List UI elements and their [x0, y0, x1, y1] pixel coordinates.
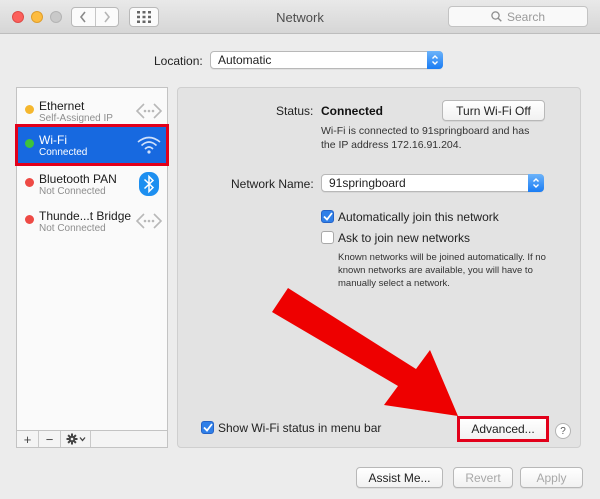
- ask-join-checkbox[interactable]: [321, 231, 334, 244]
- status-dot-green: [25, 139, 34, 148]
- network-name-value: 91springboard: [329, 176, 406, 190]
- apply-button[interactable]: Apply: [520, 467, 583, 488]
- popup-stepper-icon: [528, 174, 544, 192]
- service-list-toolbar: + −: [16, 430, 168, 448]
- remove-service-button[interactable]: −: [39, 431, 61, 447]
- service-status: Not Connected: [39, 223, 106, 234]
- annotation-arrow: [272, 288, 458, 416]
- service-status: Self-Assigned IP: [39, 113, 113, 124]
- status-label: Status:: [276, 104, 314, 118]
- service-status: Not Connected: [39, 186, 106, 197]
- service-wifi[interactable]: Wi-Fi Connected: [15, 124, 169, 166]
- location-popup[interactable]: Automatic: [210, 51, 443, 69]
- status-dot-red: [25, 178, 34, 187]
- service-name: Ethernet: [39, 99, 85, 113]
- wifi-icon: [135, 132, 163, 158]
- known-networks-note: Known networks will be joined automatica…: [338, 252, 546, 289]
- service-bluetooth-pan[interactable]: Bluetooth PAN Not Connected: [17, 165, 167, 203]
- service-status: Connected: [39, 147, 88, 158]
- assist-me-button[interactable]: Assist Me...: [356, 467, 443, 488]
- location-value: Automatic: [218, 53, 272, 67]
- service-name: Thunde...t Bridge: [39, 209, 132, 223]
- network-name-label: Network Name:: [231, 177, 314, 191]
- help-button[interactable]: ?: [555, 423, 571, 439]
- service-list: Ethernet Self-Assigned IP Wi-Fi Connecte…: [15, 87, 169, 430]
- show-wifi-status-checkbox[interactable]: [201, 421, 214, 434]
- add-service-button[interactable]: +: [17, 431, 39, 447]
- revert-button[interactable]: Revert: [453, 467, 513, 488]
- location-label: Location:: [154, 54, 203, 68]
- checkmark-icon: [322, 212, 333, 221]
- service-thunderbolt-bridge[interactable]: Thunde...t Bridge Not Connected: [17, 202, 167, 240]
- service-name: Bluetooth PAN: [39, 172, 117, 186]
- gear-icon: [66, 433, 85, 445]
- popup-stepper-icon: [427, 51, 443, 69]
- service-actions-menu[interactable]: [61, 431, 91, 447]
- search-icon: [491, 11, 502, 22]
- checkmark-icon: [202, 423, 213, 432]
- search-placeholder: Search: [506, 9, 546, 24]
- title-bar: Network Search: [0, 0, 600, 34]
- service-name: Wi-Fi: [39, 133, 67, 147]
- ask-join-label[interactable]: Ask to join new networks: [338, 231, 470, 245]
- turn-wifi-off-button[interactable]: Turn Wi-Fi Off: [442, 100, 545, 121]
- status-dot-yellow: [25, 105, 34, 114]
- ethernet-arrows-icon: [135, 98, 163, 124]
- search-field[interactable]: Search: [448, 6, 588, 27]
- network-name-popup[interactable]: 91springboard: [321, 174, 544, 192]
- auto-join-checkbox[interactable]: [321, 210, 334, 223]
- status-description: Wi-Fi is connected to 91springboard and …: [321, 125, 530, 151]
- service-ethernet[interactable]: Ethernet Self-Assigned IP: [17, 92, 167, 130]
- bluetooth-icon: [135, 171, 163, 197]
- bridge-arrows-icon: [135, 208, 163, 234]
- auto-join-label[interactable]: Automatically join this network: [338, 210, 499, 224]
- status-dot-red: [25, 215, 34, 224]
- status-value: Connected: [321, 104, 384, 118]
